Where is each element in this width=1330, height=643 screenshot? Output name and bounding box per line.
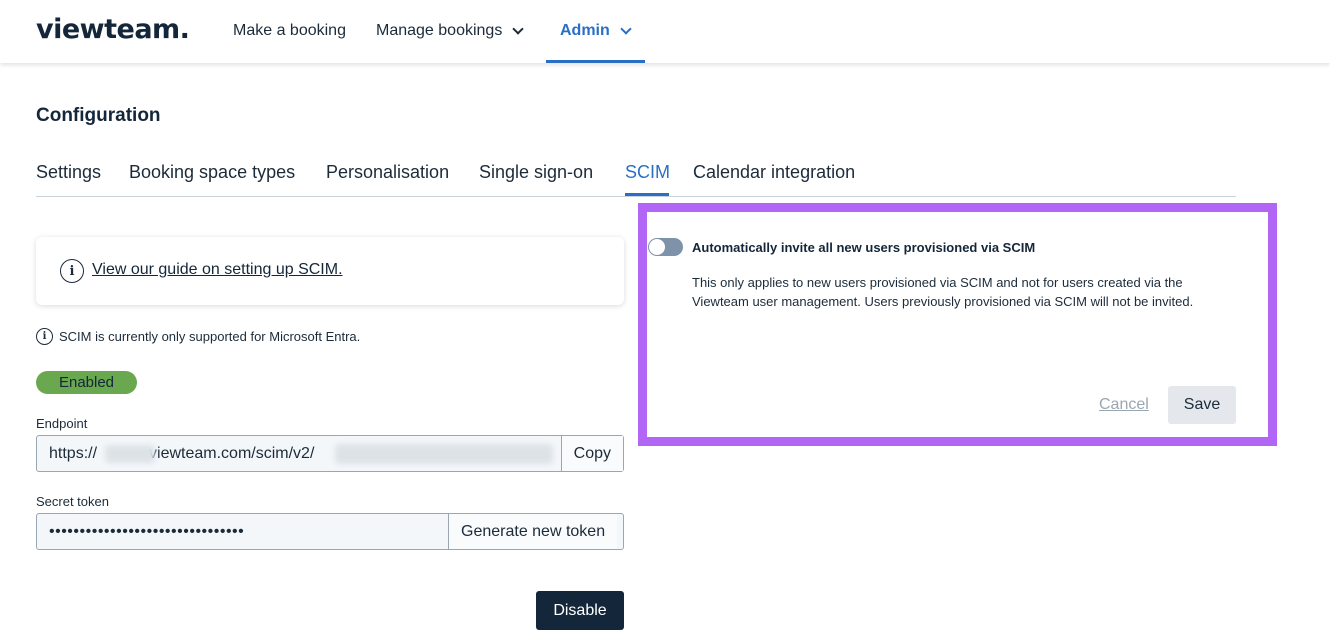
nav-manage-bookings[interactable]: Manage bookings bbox=[376, 20, 524, 42]
auto-invite-description: This only applies to new users provision… bbox=[692, 275, 1194, 309]
auto-invite-toggle[interactable] bbox=[648, 238, 683, 256]
endpoint-domain: viewteam.com/scim/v2/ bbox=[149, 445, 315, 462]
toggle-knob bbox=[649, 239, 665, 255]
endpoint-field: https:// viewteam.com/scim/v2/ Copy bbox=[36, 435, 624, 472]
save-button[interactable]: Save bbox=[1168, 386, 1236, 424]
tab-active-indicator bbox=[625, 193, 669, 196]
chevron-down-icon bbox=[512, 23, 524, 35]
nav-make-booking-label: Make a booking bbox=[233, 22, 346, 39]
config-tabs: Settings Booking space types Personalisa… bbox=[36, 162, 1236, 197]
tab-calendar-integration[interactable]: Calendar integration bbox=[693, 162, 855, 183]
endpoint-label: Endpoint bbox=[36, 416, 88, 431]
tab-booking-space-types[interactable]: Booking space types bbox=[129, 162, 295, 183]
copy-button[interactable]: Copy bbox=[560, 436, 623, 471]
secret-token-field: •••••••••••••••••••••••••••••••• Generat… bbox=[36, 513, 624, 550]
support-note-text: SCIM is currently only supported for Mic… bbox=[59, 329, 361, 344]
endpoint-value[interactable]: https:// viewteam.com/scim/v2/ bbox=[37, 436, 561, 471]
generate-token-button[interactable]: Generate new token bbox=[448, 514, 618, 549]
nav-make-booking[interactable]: Make a booking bbox=[233, 20, 346, 42]
chevron-down-icon bbox=[620, 23, 632, 35]
scim-guide-link[interactable]: View our guide on setting up SCIM. bbox=[92, 261, 343, 279]
info-icon: i bbox=[36, 328, 53, 345]
status-badge: Enabled bbox=[36, 371, 137, 394]
viewteam-logo[interactable]: viewteam. bbox=[36, 14, 190, 45]
nav-manage-bookings-label: Manage bookings bbox=[376, 22, 503, 39]
nav-active-indicator bbox=[546, 60, 645, 63]
disable-button[interactable]: Disable bbox=[536, 591, 624, 630]
endpoint-prefix: https:// bbox=[49, 445, 98, 462]
nav-admin[interactable]: Admin bbox=[560, 20, 632, 42]
redacted-tenant-id bbox=[335, 444, 553, 464]
secret-token-value[interactable]: •••••••••••••••••••••••••••••••• bbox=[37, 514, 448, 549]
info-icon: i bbox=[60, 259, 84, 283]
scim-support-note: i SCIM is currently only supported for M… bbox=[36, 328, 360, 345]
redacted-subdomain bbox=[105, 445, 155, 463]
page-title: Configuration bbox=[36, 105, 161, 126]
nav-admin-label: Admin bbox=[560, 22, 610, 39]
tab-settings[interactable]: Settings bbox=[36, 162, 101, 183]
tab-scim[interactable]: SCIM bbox=[625, 162, 670, 183]
auto-invite-label: Automatically invite all new users provi… bbox=[692, 240, 1036, 255]
tab-personalisation[interactable]: Personalisation bbox=[326, 162, 449, 183]
scim-guide-card: i View our guide on setting up SCIM. bbox=[36, 237, 624, 305]
tab-single-sign-on[interactable]: Single sign-on bbox=[479, 162, 593, 183]
secret-token-label: Secret token bbox=[36, 494, 109, 509]
cancel-button[interactable]: Cancel bbox=[1099, 396, 1149, 414]
top-navigation: viewteam. Make a booking Manage bookings… bbox=[0, 0, 1330, 63]
